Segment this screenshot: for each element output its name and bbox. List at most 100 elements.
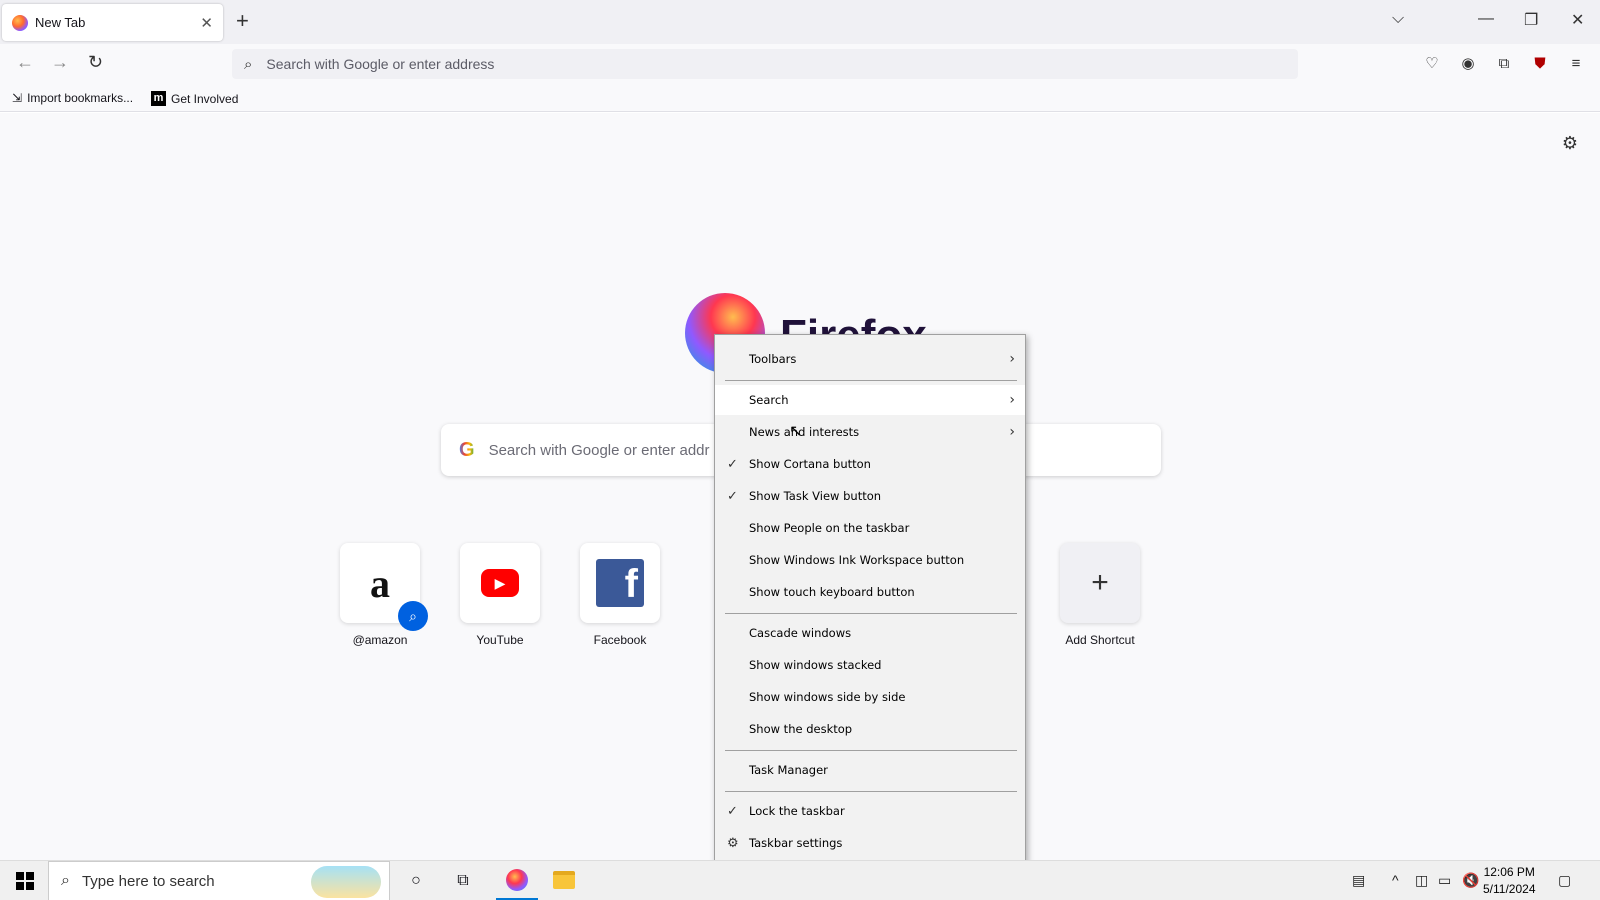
search-highlight-image bbox=[311, 866, 381, 898]
add-shortcut-button[interactable]: + Add Shortcut bbox=[1060, 543, 1140, 647]
nav-bar: ← → ↻ ⌕ Search with Google or enter addr… bbox=[0, 44, 1600, 84]
start-button[interactable] bbox=[16, 872, 34, 890]
menu-item-label: Show Task View button bbox=[749, 489, 882, 503]
restore-icon[interactable]: ❐ bbox=[1524, 10, 1538, 30]
menu-item-label: News and interests bbox=[749, 425, 860, 439]
forward-icon[interactable]: → bbox=[51, 52, 69, 73]
pocket-icon[interactable]: ♡ bbox=[1422, 53, 1442, 73]
firefox-icon bbox=[506, 868, 528, 891]
news-widget-icon[interactable]: ▤ bbox=[1352, 872, 1365, 889]
menu-item-label: Show windows stacked bbox=[749, 658, 882, 672]
menu-item-label: Show Cortana button bbox=[749, 457, 871, 471]
menu-item-lock-taskbar[interactable]: ✓ Lock the taskbar bbox=[715, 796, 1025, 826]
checkmark-icon: ✓ bbox=[727, 488, 738, 504]
import-bookmarks-link[interactable]: ⇲ Import bookmarks... bbox=[12, 91, 133, 105]
back-icon[interactable]: ← bbox=[16, 52, 34, 73]
shortcut-youtube[interactable]: ▶ YouTube bbox=[460, 543, 540, 647]
bookmarks-toolbar: ⇲ Import bookmarks... m Get Involved bbox=[0, 84, 1600, 112]
chevron-right-icon: › bbox=[1009, 351, 1015, 367]
menu-separator bbox=[725, 750, 1017, 751]
search-badge-icon: ⌕ bbox=[398, 601, 428, 631]
menu-item-taskbar-settings[interactable]: ⚙ Taskbar settings bbox=[715, 828, 1025, 858]
taskbar-search-placeholder: Type here to search bbox=[81, 872, 215, 890]
menu-item-task-manager[interactable]: Task Manager bbox=[715, 755, 1025, 785]
menu-item-search[interactable]: Search › bbox=[715, 385, 1025, 415]
shortcut-facebook[interactable]: f Facebook bbox=[580, 543, 660, 647]
menu-item-show-desktop[interactable]: Show the desktop bbox=[715, 714, 1025, 744]
taskbar-search-input[interactable]: ⌕ Type here to search bbox=[48, 861, 390, 900]
windows-logo-icon bbox=[16, 872, 24, 880]
system-clock[interactable]: 12:06 PM 5/11/2024 bbox=[1483, 864, 1536, 898]
menu-item-label: Search bbox=[749, 393, 789, 407]
mozilla-icon: m bbox=[151, 91, 166, 106]
url-placeholder: Search with Google or enter address bbox=[266, 56, 495, 72]
shortcut-label: Add Shortcut bbox=[1065, 633, 1135, 647]
menu-separator bbox=[725, 613, 1017, 614]
clock-time: 12:06 PM bbox=[1483, 865, 1535, 879]
menu-separator bbox=[725, 380, 1017, 381]
minimize-icon[interactable]: — bbox=[1478, 10, 1494, 28]
new-tab-button[interactable]: + bbox=[236, 10, 249, 32]
chevron-right-icon: › bbox=[1009, 392, 1015, 408]
url-bar[interactable]: ⌕ Search with Google or enter address bbox=[232, 49, 1298, 79]
notifications-icon[interactable]: ▢ bbox=[1558, 872, 1571, 889]
facebook-icon: f bbox=[596, 559, 644, 607]
account-icon[interactable]: ◉ bbox=[1458, 53, 1478, 73]
checkmark-icon: ✓ bbox=[727, 456, 738, 472]
show-hidden-icons-chevron-icon[interactable]: ^ bbox=[1392, 872, 1399, 888]
shortcut-label: YouTube bbox=[476, 633, 524, 647]
bookmark-label: Get Involved bbox=[171, 91, 239, 106]
google-icon: G bbox=[459, 438, 475, 461]
mouse-cursor-icon: ↖ bbox=[789, 423, 803, 440]
cortana-icon[interactable]: ○ bbox=[405, 870, 427, 892]
checkmark-icon: ✓ bbox=[727, 803, 738, 819]
chevron-right-icon: › bbox=[1009, 424, 1015, 440]
task-view-icon[interactable]: ⧉ bbox=[452, 870, 474, 892]
search-icon: ⌕ bbox=[244, 55, 253, 73]
extensions-icon[interactable]: ⧉ bbox=[1494, 53, 1514, 73]
close-window-icon[interactable]: ✕ bbox=[1571, 10, 1584, 30]
amazon-icon: a bbox=[370, 560, 390, 606]
menu-icon[interactable]: ≡ bbox=[1566, 53, 1586, 73]
settings-gear-icon[interactable]: ⚙ bbox=[1562, 133, 1578, 154]
menu-item-touch-keyboard[interactable]: Show touch keyboard button bbox=[715, 577, 1025, 607]
taskbar-firefox[interactable] bbox=[496, 861, 538, 900]
tab-new-tab[interactable]: New Tab ✕ bbox=[2, 4, 223, 41]
menu-item-label: Lock the taskbar bbox=[749, 804, 845, 818]
shortcut-tile: + bbox=[1060, 543, 1140, 623]
shortcut-tile: f bbox=[580, 543, 660, 623]
volume-muted-icon[interactable]: 🔇 bbox=[1462, 872, 1479, 889]
file-explorer-icon[interactable] bbox=[553, 871, 575, 889]
ublock-icon[interactable]: ⛊ bbox=[1530, 53, 1550, 73]
menu-separator bbox=[725, 791, 1017, 792]
menu-item-label: Show People on the taskbar bbox=[749, 521, 910, 535]
bookmark-label: Import bookmarks... bbox=[27, 91, 134, 105]
plus-icon: + bbox=[1091, 566, 1109, 599]
menu-item-label: Task Manager bbox=[749, 763, 828, 777]
menu-item-toolbars[interactable]: Toolbars › bbox=[715, 344, 1025, 374]
close-tab-icon[interactable]: ✕ bbox=[200, 14, 213, 32]
menu-item-cortana[interactable]: ✓ Show Cortana button bbox=[715, 449, 1025, 479]
menu-item-cascade[interactable]: Cascade windows bbox=[715, 618, 1025, 648]
menu-item-label: Show Windows Ink Workspace button bbox=[749, 553, 965, 567]
shortcut-label: @amazon bbox=[352, 633, 408, 647]
network-icon[interactable]: ▭ bbox=[1438, 872, 1451, 889]
menu-item-ink[interactable]: Show Windows Ink Workspace button bbox=[715, 545, 1025, 575]
search-placeholder: Search with Google or enter addr bbox=[488, 441, 710, 459]
shortcut-tile: a ⌕ bbox=[340, 543, 428, 631]
get-involved-link[interactable]: m Get Involved bbox=[151, 91, 238, 106]
reload-icon[interactable]: ↻ bbox=[88, 52, 103, 73]
meet-now-icon[interactable]: ◫ bbox=[1415, 872, 1428, 889]
menu-item-side-by-side[interactable]: Show windows side by side bbox=[715, 682, 1025, 712]
shortcut-amazon[interactable]: a ⌕ @amazon bbox=[340, 543, 428, 647]
menu-item-task-view[interactable]: ✓ Show Task View button bbox=[715, 481, 1025, 511]
youtube-icon: ▶ bbox=[481, 569, 519, 597]
menu-item-news[interactable]: News and interests › bbox=[715, 417, 1025, 447]
menu-item-stacked[interactable]: Show windows stacked bbox=[715, 650, 1025, 680]
shortcut-tile: ▶ bbox=[460, 543, 540, 623]
clock-date: 5/11/2024 bbox=[1483, 882, 1536, 896]
tab-strip: New Tab ✕ + ⌵ — ❐ ✕ bbox=[0, 0, 1600, 44]
list-all-tabs-icon[interactable]: ⌵ bbox=[1392, 10, 1404, 28]
menu-item-label: Taskbar settings bbox=[749, 836, 843, 850]
menu-item-people[interactable]: Show People on the taskbar bbox=[715, 513, 1025, 543]
